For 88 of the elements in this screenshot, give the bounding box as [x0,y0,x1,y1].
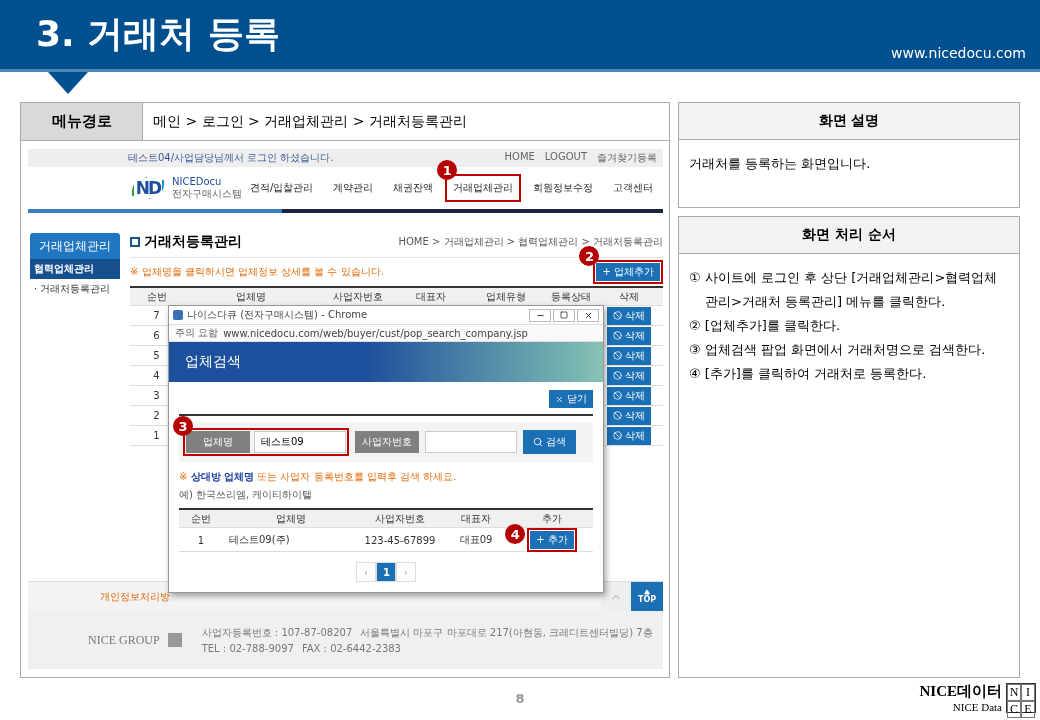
search-button[interactable]: 검색 [523,430,576,454]
notice-text: ※ 업체명을 클릭하시면 업체정보 상세를 볼 수 있습니다. [130,265,384,279]
top-link[interactable]: 즐겨찾기등록 [597,151,657,165]
procedure-step: ② [업체추가]를 클릭한다. [689,314,1009,339]
sidebar-title: 거래업체관리 [30,233,120,259]
table-cell: 5 [153,350,160,361]
column-header: 사업자번호 [375,511,425,526]
window-title: 나이스다큐 (전자구매시스템) - Chrome [187,308,368,322]
callout-badge: 4 [505,524,526,544]
delete-button[interactable]: 삭제 [607,346,651,365]
column-header: 추가 [542,511,562,526]
table-cell: 2 [153,410,160,421]
nav-item[interactable]: 견적/입찰관리 [242,174,322,202]
column-header: 업체명 [276,511,306,526]
add-company-button[interactable]: + 업체추가 [596,263,660,281]
add-button[interactable]: + 추가 [530,531,574,549]
nav-item[interactable]: 고객센터 [605,174,662,202]
delete-button[interactable]: 삭제 [607,426,651,445]
brand-subtitle: NICE Data [952,701,1002,713]
brand-letter: N [1007,683,1021,701]
contact-info: TEL : 02-788-9097 [201,643,294,654]
breadcrumb: HOME > 거래업체관리 > 협력업체관리 > 거래처등록관리 [398,235,663,249]
page-title: 거래처등록관리 [144,233,242,251]
nav-item[interactable]: 회원정보수정 [525,174,602,202]
table-cell: 1 [197,534,205,546]
brand-letter: I [1021,683,1035,701]
delete-button[interactable]: 삭제 [607,326,651,345]
popup-title: 업체검색 [185,353,241,371]
company-info: 서울특별시 마포구 마포대로 217(아현동, 크레디트센터빌딩) 7층 [360,626,653,640]
section-header: 화면 처리 순서 [678,216,1020,254]
procedure-step: ④ [추가]를 클릭하여 거래처로 등록한다. [689,362,1009,387]
search-example: 예) 한국쓰리엠, 케이티하이텔 [179,488,313,502]
logo-subtitle: 전자구매시스템 [172,186,242,201]
page-number: 8 [515,690,525,706]
brand-letter: E [1021,700,1035,718]
column-header: 순번 [191,511,211,526]
field-label: 업체명 [186,431,250,453]
group-logo-text: NICE GROUP [88,632,160,648]
column-header: 업체명 [235,289,266,304]
table-cell: 4 [153,370,160,381]
address-url: www.nicedocu.com/web/buyer/cust/pop_search_company.jsp [223,327,528,339]
table-cell: 6 [153,330,160,341]
table-cell: 3 [153,390,160,401]
privacy-link[interactable]: 개인정보처리방 [100,589,170,604]
brand-letter: C [1007,700,1021,718]
nav-item[interactable]: 계약관리 [325,174,382,202]
sidebar-item[interactable]: 협력업체관리 [30,259,120,279]
delete-button[interactable]: 삭제 [607,386,651,405]
column-header: 사업자번호 [332,289,383,304]
column-header: 대표자 [461,511,491,526]
menu-path-label: 메뉴경로 [21,103,143,140]
close-button[interactable]: 닫기 [549,390,593,408]
column-header: 업체유형 [486,289,526,304]
menu-path: 메인 > 로그인 > 거래업체관리 > 거래처등록관리 [152,111,467,131]
column-header: 등록상태 [551,289,591,304]
delete-button[interactable]: 삭제 [607,406,651,425]
company-info: 사업자등록번호 : 107-87-08207 [201,626,353,640]
procedure-step: ③ 업체검색 팝업 화면에서 거래처명으로 검색한다. [689,338,1009,363]
company-name-field[interactable]: 테스트09 [254,431,346,453]
search-notice: ※ 상대방 업체명 또는 사업자 등록번호를 입력후 검색 하세요. [179,470,457,484]
callout-badge: 1 [437,160,458,180]
procedure-step: ① 사이트에 로그인 후 상단 [거래업체관리>협력업체관리>거래처 등록관리] 메뉴를 클릭한다. [689,266,1009,315]
table-cell: 대표09 [459,533,493,547]
top-button[interactable]: TOP [631,582,663,611]
top-link[interactable]: HOME [504,151,535,165]
table-cell: 7 [153,310,160,321]
logo-name: NICEDocu [172,175,223,187]
column-header: 대표자 [416,289,446,304]
delete-button[interactable]: 삭제 [607,366,651,385]
table-cell: 123-45-67899 [364,534,436,546]
brand-name: NICE데이터 [919,682,1002,701]
section-header: 화면 설명 [678,102,1020,140]
top-link[interactable]: LOGOUT [544,151,587,165]
description-box: 거래처를 등록하는 화면입니다. [678,140,1020,208]
field-label: 사업자번호 [355,431,419,453]
security-warning: 주의 요함 [175,326,219,340]
column-header: 삭제 [619,289,639,304]
table-cell: 1 [153,430,160,441]
delete-button[interactable]: 삭제 [607,306,651,325]
page-button[interactable]: 1 [376,562,396,582]
contact-info: FAX : 02-6442-2383 [301,643,401,654]
site-url: www.nicedocu.com [891,45,1026,61]
callout-badge: 3 [173,416,193,436]
slide-title: 3. 거래처 등록 [36,12,280,56]
login-message: 테스트04/사업담당님께서 로그인 하셨습니다. [128,151,334,165]
table-cell: 테스트09(주) [229,533,290,547]
column-header: 순번 [146,289,167,304]
callout-badge: 2 [579,246,600,266]
